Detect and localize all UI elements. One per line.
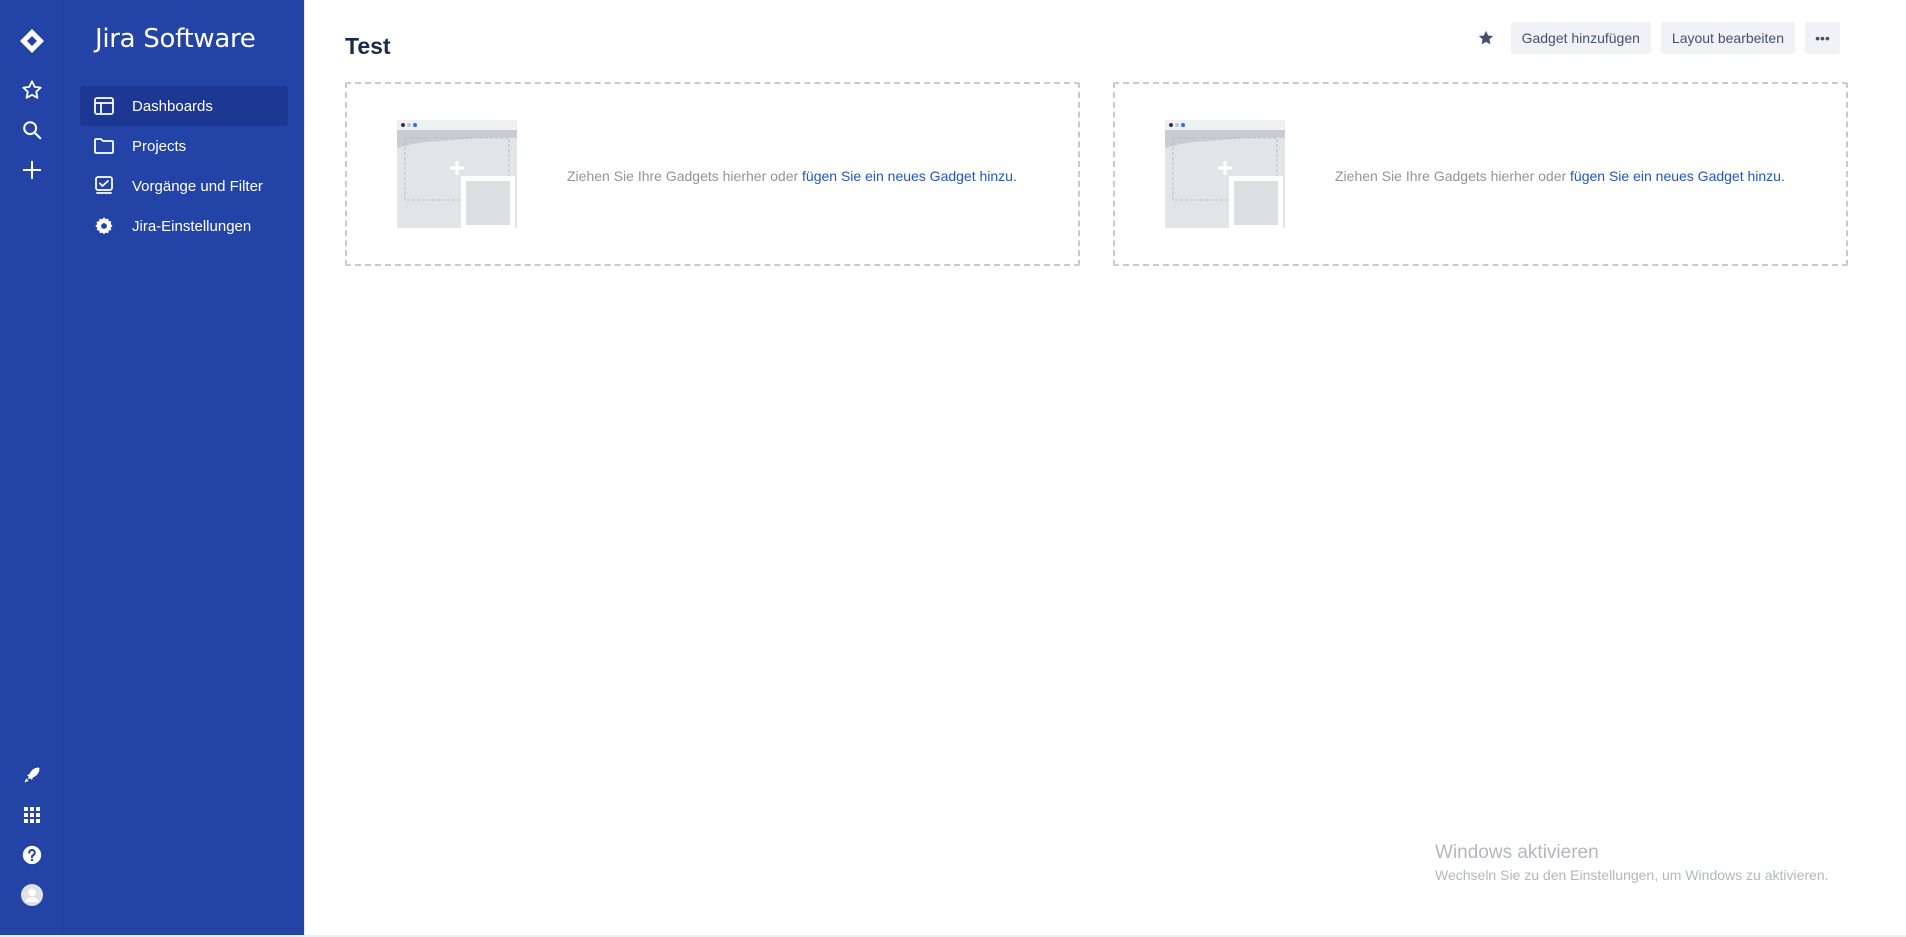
sidebar-nav: Dashboards Projects Vorgänge und Filter … xyxy=(80,86,288,246)
user-avatar-icon[interactable] xyxy=(0,875,63,915)
folder-icon xyxy=(93,135,115,157)
gadget-column-2[interactable]: Ziehen Sie Ihre Gadgets hierher oder füg… xyxy=(1113,82,1848,266)
sidebar-item-issues-filters[interactable]: Vorgänge und Filter xyxy=(80,166,288,206)
empty-column-text: Ziehen Sie Ihre Gadgets hierher oder füg… xyxy=(1335,168,1785,184)
jira-app: Jira Software Dashboards Projects Vorgän… xyxy=(0,0,1906,937)
gear-icon xyxy=(93,215,115,237)
search-icon[interactable] xyxy=(0,110,63,150)
add-new-gadget-link[interactable]: fügen Sie ein neues Gadget hinzu. xyxy=(802,168,1017,184)
app-grid-icon[interactable] xyxy=(0,795,63,835)
dashboard-icon xyxy=(93,95,115,117)
create-plus-icon[interactable] xyxy=(0,150,63,190)
sidebar-item-projects[interactable]: Projects xyxy=(80,126,288,166)
issues-filter-icon xyxy=(93,175,115,197)
watermark-title: Windows aktivieren xyxy=(1435,842,1599,863)
favorite-star-button[interactable] xyxy=(1471,23,1501,53)
star-icon xyxy=(1478,30,1493,45)
help-icon[interactable] xyxy=(0,835,63,875)
watermark-subtitle: Wechseln Sie zu den Einstellungen, um Wi… xyxy=(1435,867,1829,883)
sidebar-item-label: Projects xyxy=(132,137,187,155)
sidebar-item-label: Jira-Einstellungen xyxy=(132,217,252,235)
empty-column-hint: Ziehen Sie Ihre Gadgets hierher oder xyxy=(1335,168,1571,184)
product-title: Jira Software xyxy=(95,24,256,54)
empty-gadget-illustration xyxy=(397,120,517,228)
edit-layout-button[interactable]: Layout bearbeiten xyxy=(1660,22,1795,54)
windows-activation-watermark: Windows aktivieren Wechseln Sie zu den E… xyxy=(1435,842,1829,883)
sidebar-item-label: Dashboards xyxy=(132,97,213,115)
add-new-gadget-link[interactable]: fügen Sie ein neues Gadget hinzu. xyxy=(1570,168,1785,184)
empty-column-text: Ziehen Sie Ihre Gadgets hierher oder füg… xyxy=(567,168,1017,184)
more-actions-button[interactable]: ••• xyxy=(1805,22,1840,54)
page-title: Test xyxy=(345,33,391,59)
sidebar-item-dashboards[interactable]: Dashboards xyxy=(80,86,288,126)
starred-star-icon[interactable] xyxy=(0,70,63,110)
global-nav-rail xyxy=(0,0,63,937)
empty-column-hint: Ziehen Sie Ihre Gadgets hierher oder xyxy=(567,168,803,184)
sidebar-item-label: Vorgänge und Filter xyxy=(132,177,263,195)
rocket-icon[interactable] xyxy=(0,755,63,795)
sidebar: Jira Software Dashboards Projects Vorgän… xyxy=(63,0,304,937)
jira-logo-icon[interactable] xyxy=(0,21,63,61)
dashboard-toolbar: Gadget hinzufügen Layout bearbeiten ••• xyxy=(1471,22,1840,54)
gadget-column-1[interactable]: Ziehen Sie Ihre Gadgets hierher oder füg… xyxy=(345,82,1080,266)
dashboard-main: Test Gadget hinzufügen Layout bearbeiten… xyxy=(304,0,1906,937)
add-gadget-button[interactable]: Gadget hinzufügen xyxy=(1510,22,1651,54)
sidebar-item-jira-settings[interactable]: Jira-Einstellungen xyxy=(80,206,288,246)
empty-gadget-illustration xyxy=(1165,120,1285,228)
